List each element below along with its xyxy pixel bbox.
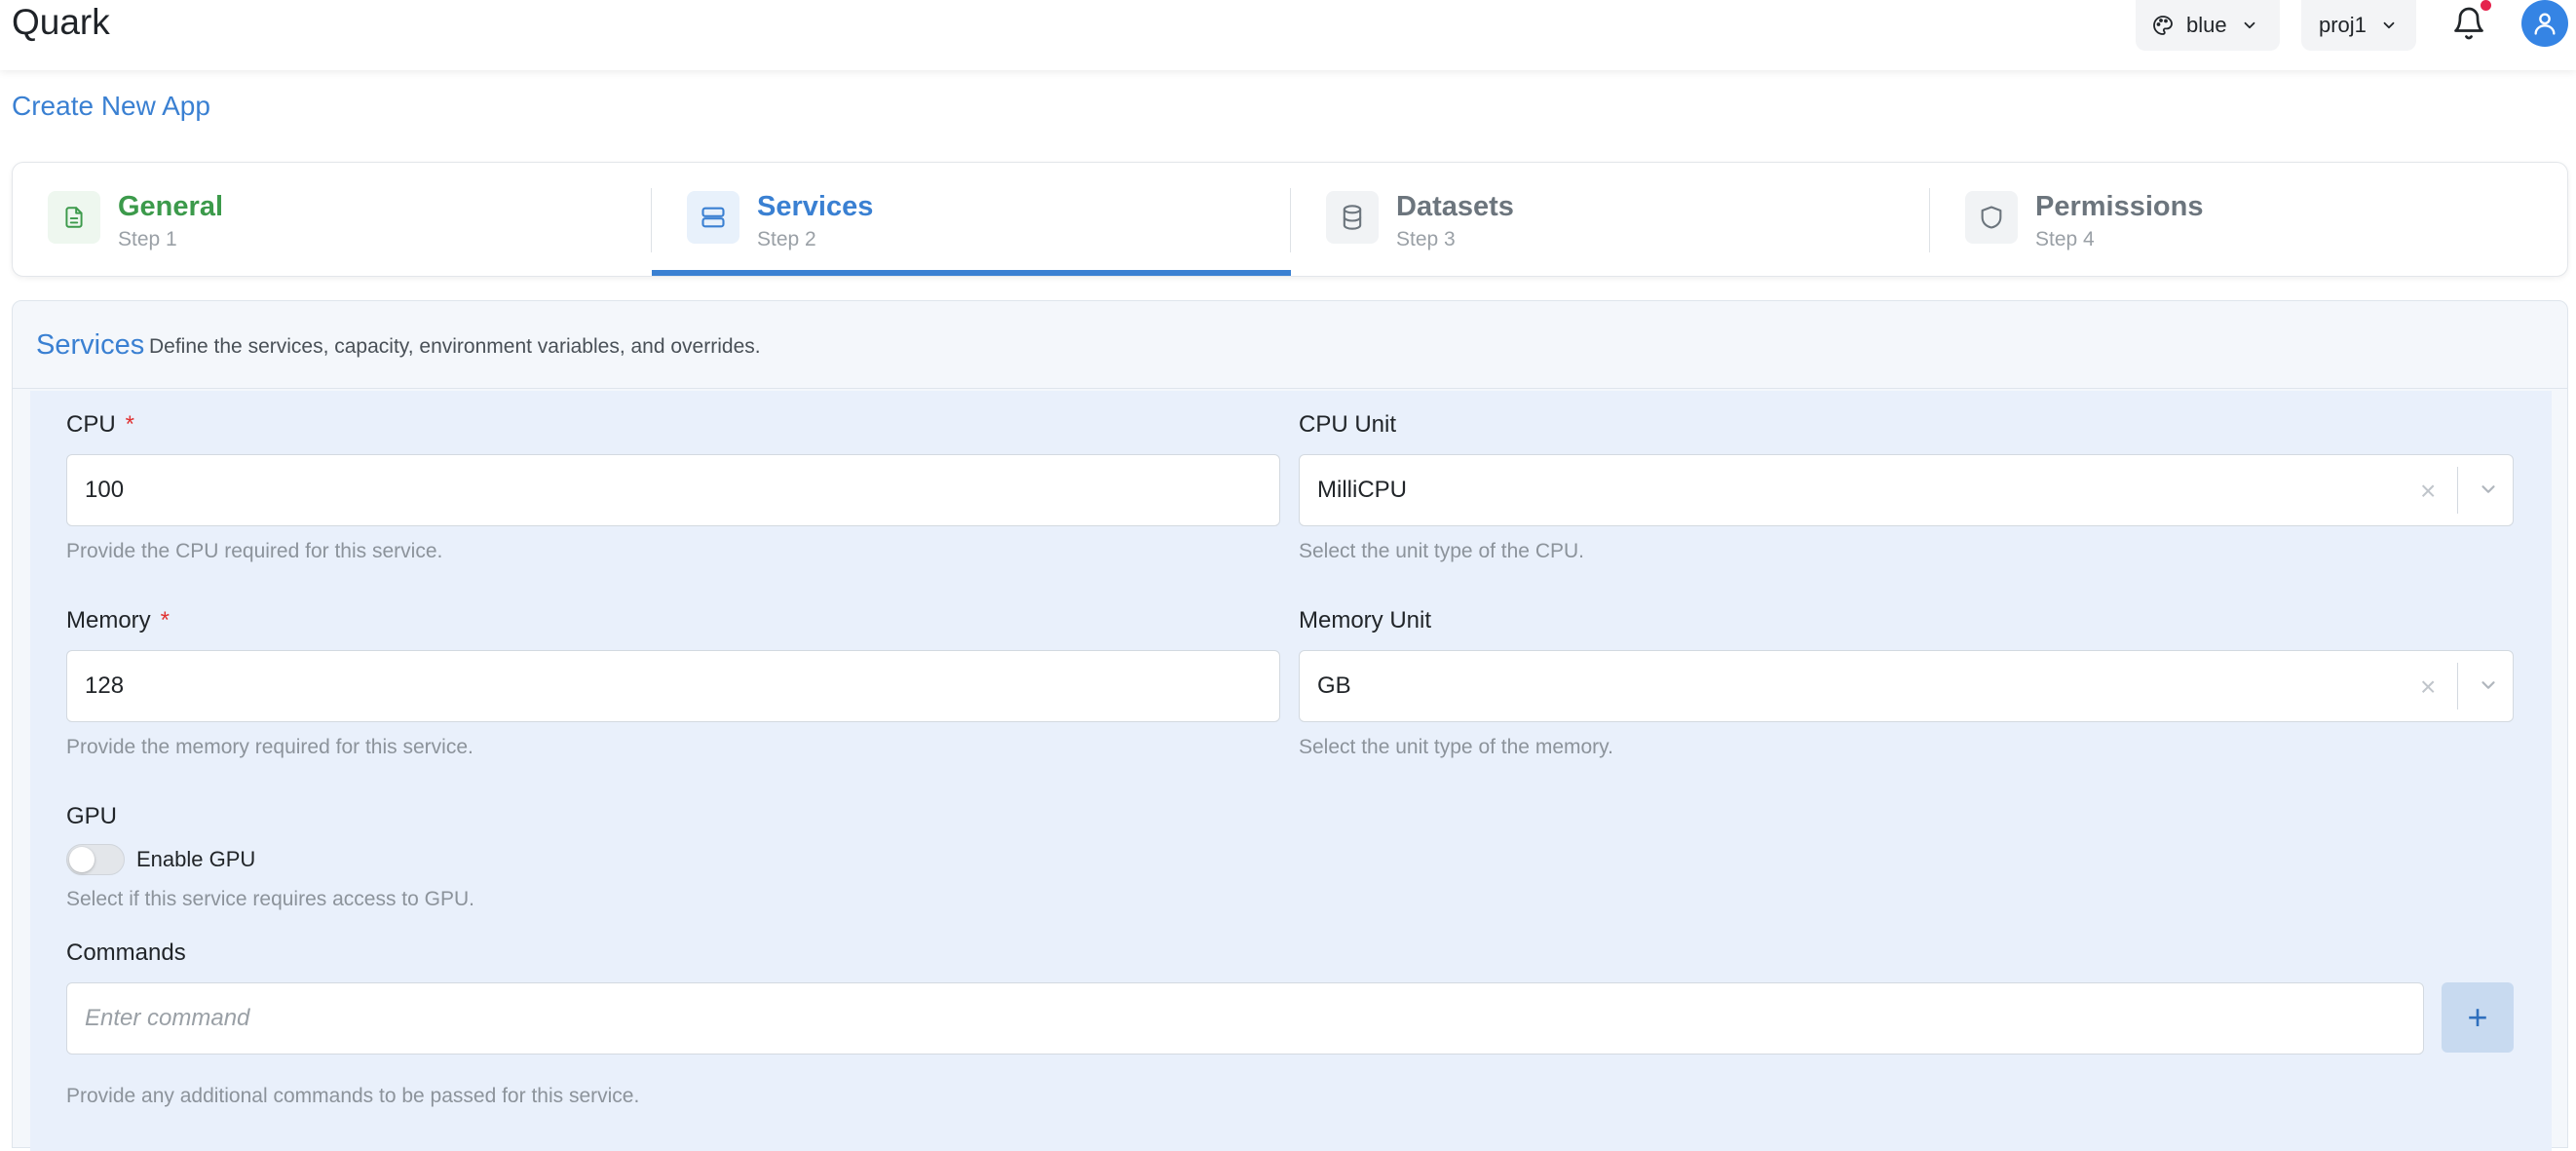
project-label: proj1 [2319, 13, 2367, 37]
commands-label: Commands [66, 940, 186, 966]
step-number: Step 2 [757, 228, 816, 250]
notification-badge [2481, 0, 2491, 11]
memory-unit-value: GB [1317, 672, 1351, 699]
step-name: Datasets [1396, 191, 1514, 222]
select-divider [2457, 467, 2458, 514]
step-services[interactable]: Services Step 2 [652, 163, 1291, 276]
commands-help: Provide any additional commands to be pa… [66, 1085, 640, 1107]
step-name: Services [757, 191, 874, 222]
select-divider [2457, 663, 2458, 710]
memory-help: Provide the memory required for this ser… [66, 736, 474, 758]
brand-logo[interactable]: Quark [12, 0, 110, 45]
cpu-unit-value: MilliCPU [1317, 477, 1407, 503]
database-icon [1326, 191, 1379, 244]
clear-icon[interactable]: × [2420, 672, 2436, 702]
step-general[interactable]: General Step 1 [13, 163, 652, 276]
user-icon [2534, 13, 2556, 35]
memory-unit-select[interactable]: GB × [1299, 650, 2514, 722]
gpu-toggle-label[interactable]: Enable GPU [136, 847, 255, 872]
project-selector[interactable]: proj1 [2301, 0, 2416, 51]
wizard-stepper: General Step 1 Services Step 2 Datasets … [12, 162, 2568, 277]
memory-unit-label: Memory Unit [1299, 607, 1432, 633]
palette-icon [2153, 16, 2173, 35]
gpu-help: Select if this service requires access t… [66, 888, 474, 910]
toggle-knob [69, 847, 95, 872]
top-navbar: Quark blue proj1 [0, 0, 2576, 70]
page-title: Create New App [12, 91, 210, 121]
cpu-help: Provide the CPU required for this servic… [66, 540, 443, 562]
active-step-indicator [652, 270, 1291, 276]
server-icon [687, 191, 739, 244]
services-panel-header: Services Define the services, capacity, … [13, 301, 2567, 389]
step-datasets[interactable]: Datasets Step 3 [1291, 163, 1930, 276]
cpu-label: CPU * [66, 411, 134, 439]
gpu-label: GPU [66, 803, 118, 829]
gpu-toggle[interactable] [66, 844, 125, 875]
theme-label: blue [2186, 13, 2227, 37]
cpu-label-text: CPU [66, 411, 116, 438]
section-description: Define the services, capacity, environme… [149, 335, 761, 358]
cpu-input[interactable]: 100 [66, 454, 1280, 526]
theme-selector[interactable]: blue [2136, 0, 2280, 51]
chevron-down-icon[interactable] [2478, 674, 2499, 696]
shield-icon [1965, 191, 2018, 244]
clear-icon[interactable]: × [2420, 477, 2436, 506]
required-marker: * [160, 607, 170, 633]
chevron-down-icon [2383, 21, 2395, 29]
step-number: Step 4 [2035, 228, 2095, 250]
step-permissions[interactable]: Permissions Step 4 [1930, 163, 2569, 276]
step-number: Step 1 [118, 228, 177, 250]
chevron-down-icon [2244, 21, 2254, 29]
memory-input[interactable]: 128 [66, 650, 1280, 722]
cpu-unit-select[interactable]: MilliCPU × [1299, 454, 2514, 526]
memory-label-text: Memory [66, 607, 151, 633]
document-icon [48, 191, 100, 244]
command-input[interactable]: Enter command [66, 982, 2424, 1055]
step-number: Step 3 [1396, 228, 1456, 250]
memory-unit-help: Select the unit type of the memory. [1299, 736, 1613, 758]
section-title: Services [36, 329, 145, 361]
step-name: General [118, 191, 223, 222]
add-command-button[interactable]: + [2442, 982, 2514, 1053]
bell-icon[interactable] [2451, 6, 2486, 41]
user-avatar[interactable] [2521, 0, 2568, 47]
cpu-unit-label: CPU Unit [1299, 411, 1397, 438]
memory-label: Memory * [66, 607, 170, 634]
cpu-unit-help: Select the unit type of the CPU. [1299, 540, 1584, 562]
step-name: Permissions [2035, 191, 2204, 222]
required-marker: * [125, 411, 135, 438]
chevron-down-icon[interactable] [2478, 479, 2499, 500]
